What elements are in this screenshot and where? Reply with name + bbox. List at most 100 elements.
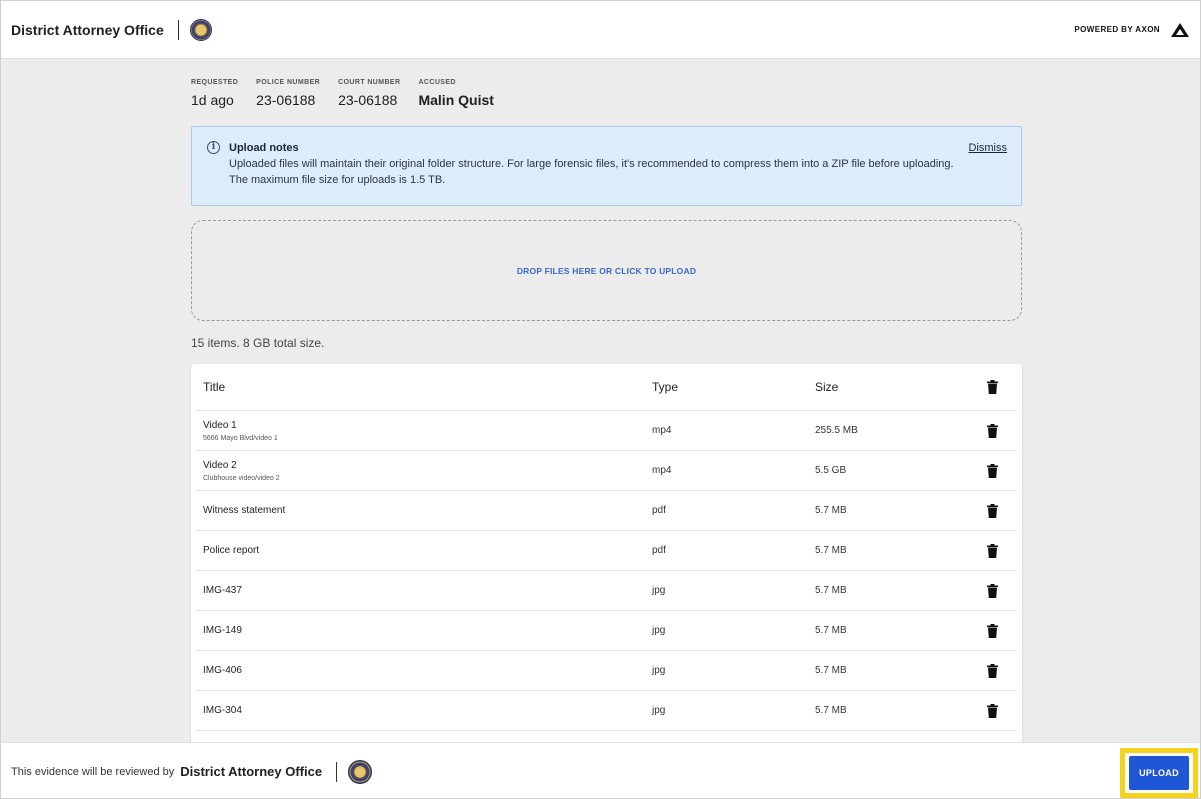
dismiss-link[interactable]: Dismiss <box>969 142 1008 154</box>
table-row[interactable]: Witness statement pdf 5.7 MB <box>196 491 1017 531</box>
file-size: 5.5 GB <box>815 465 847 476</box>
file-size: 5.7 MB <box>815 585 847 596</box>
file-size: 5.7 MB <box>815 705 847 716</box>
org-name: District Attorney Office <box>11 21 164 38</box>
file-type: jpg <box>652 665 666 676</box>
meta-value: 23-06188 <box>338 92 398 108</box>
footer-bar: This evidence will be reviewed by Distri… <box>1 742 1200 798</box>
trash-icon <box>987 703 998 718</box>
header-divider <box>177 19 179 40</box>
seal-icon <box>189 18 212 41</box>
meta-court-number: COURT NUMBER 23-06188 <box>338 79 400 108</box>
axon-logo-icon <box>1171 22 1189 37</box>
file-size: 5.7 MB <box>815 545 847 556</box>
items-summary: 15 items. 8 GB total size. <box>191 336 325 350</box>
table-row[interactable]: IMG-304 jpg 5.7 MB <box>196 691 1017 731</box>
table-row[interactable]: IMG-406 jpg 5.7 MB <box>196 651 1017 691</box>
delete-button[interactable] <box>987 583 998 598</box>
file-title: Video 1 <box>203 419 237 431</box>
footer-divider <box>336 761 338 782</box>
files-table: Title Type Size Video 1 5666 Mayo Blvd/v… <box>191 364 1022 744</box>
delete-button[interactable] <box>987 423 998 438</box>
table-row[interactable]: Video 2 Clubhouse video/video 2 mp4 5.5 … <box>196 451 1017 491</box>
delete-button[interactable] <box>987 543 998 558</box>
upload-notes-header: i Upload notes Dismiss <box>207 141 1007 154</box>
file-type: pdf <box>652 505 666 516</box>
table-row[interactable]: IMG-437 jpg 5.7 MB <box>196 571 1017 611</box>
page: District Attorney Office POWERED BY AXON… <box>0 0 1201 799</box>
table-row[interactable]: IMG-149 jpg 5.7 MB <box>196 611 1017 651</box>
delete-button[interactable] <box>987 503 998 518</box>
trash-icon <box>987 503 998 518</box>
file-type: mp4 <box>652 465 672 476</box>
upload-notes-title: Upload notes <box>229 141 299 154</box>
meta-police-number: POLICE NUMBER 23-06188 <box>256 79 320 108</box>
drop-zone-label: DROP FILES HERE OR CLICK TO UPLOAD <box>516 265 697 276</box>
file-size: 5.7 MB <box>815 665 847 676</box>
row-title-cell: Police report <box>203 545 259 556</box>
trash-icon <box>987 543 998 558</box>
row-title-cell: IMG-304 <box>203 705 242 716</box>
delete-button[interactable] <box>987 703 998 718</box>
upload-button-highlight: UPLOAD <box>1120 748 1198 798</box>
upload-notes-line: The maximum file size for uploads is 1.5… <box>229 174 446 186</box>
trash-icon <box>987 623 998 638</box>
trash-icon <box>987 663 998 678</box>
file-title: Video 2 <box>203 459 237 471</box>
file-path: Clubhouse video/video 2 <box>203 474 280 482</box>
file-title: Police report <box>203 545 260 556</box>
row-title-cell: IMG-406 <box>203 665 242 676</box>
meta-value: Malin Quist <box>418 92 494 108</box>
row-title-cell: Video 1 5666 Mayo Blvd/video 1 <box>203 420 278 442</box>
trash-icon <box>987 423 998 438</box>
file-title: IMG-304 <box>203 705 242 716</box>
file-type: jpg <box>652 625 666 636</box>
file-title: IMG-406 <box>203 665 242 676</box>
delete-button[interactable] <box>987 623 998 638</box>
table-row[interactable]: Video 1 5666 Mayo Blvd/video 1 mp4 255.5… <box>196 411 1017 451</box>
meta-label: POLICE NUMBER <box>256 79 321 86</box>
row-title-cell: IMG-437 <box>203 585 242 596</box>
delete-button[interactable] <box>987 663 998 678</box>
trash-icon <box>987 380 998 394</box>
row-title-cell: Video 2 Clubhouse video/video 2 <box>203 460 280 482</box>
file-type: jpg <box>652 705 666 716</box>
reviewer-org-name: District Attorney Office <box>180 764 323 779</box>
file-title: IMG-437 <box>203 585 242 596</box>
delete-all-button[interactable] <box>987 380 998 394</box>
seal-icon <box>348 759 373 784</box>
table-header: Title Type Size <box>196 364 1017 411</box>
column-title: Title <box>203 380 226 394</box>
file-drop-zone[interactable]: DROP FILES HERE OR CLICK TO UPLOAD <box>191 220 1022 321</box>
upload-notes: i Upload notes Dismiss Uploaded files wi… <box>191 126 1022 206</box>
meta-label: REQUESTED <box>191 79 239 86</box>
review-text: This evidence will be reviewed by <box>11 765 175 778</box>
powered-by-label: POWERED BY AXON <box>1074 25 1160 34</box>
row-title-cell: Witness statement <box>203 505 285 516</box>
info-icon: i <box>207 141 220 154</box>
table-row[interactable]: Police report pdf 5.7 MB <box>196 531 1017 571</box>
file-type: jpg <box>652 585 666 596</box>
upload-button[interactable]: UPLOAD <box>1129 756 1189 790</box>
file-type: pdf <box>652 545 666 556</box>
meta-accused: ACCUSED Malin Quist <box>418 79 493 108</box>
meta-label: ACCUSED <box>418 79 456 86</box>
upload-notes-body: Uploaded files will maintain their origi… <box>229 156 1007 188</box>
file-size: 5.7 MB <box>815 505 847 516</box>
file-title: Witness statement <box>203 505 286 516</box>
case-meta: REQUESTED 1d ago POLICE NUMBER 23-06188 … <box>191 79 512 108</box>
column-type: Type <box>652 380 679 394</box>
top-bar: District Attorney Office POWERED BY AXON <box>1 1 1200 59</box>
upload-notes-line: Uploaded files will maintain their origi… <box>229 158 954 170</box>
trash-icon <box>987 463 998 478</box>
powered-by: POWERED BY AXON <box>1074 22 1190 38</box>
meta-requested: REQUESTED 1d ago <box>191 79 238 108</box>
file-size: 5.7 MB <box>815 625 847 636</box>
file-title: IMG-149 <box>203 625 242 636</box>
trash-icon <box>987 583 998 598</box>
file-size: 255.5 MB <box>815 425 858 436</box>
row-title-cell: IMG-149 <box>203 625 242 636</box>
delete-button[interactable] <box>987 463 998 478</box>
meta-label: COURT NUMBER <box>338 79 401 86</box>
meta-value: 1d ago <box>191 92 234 108</box>
